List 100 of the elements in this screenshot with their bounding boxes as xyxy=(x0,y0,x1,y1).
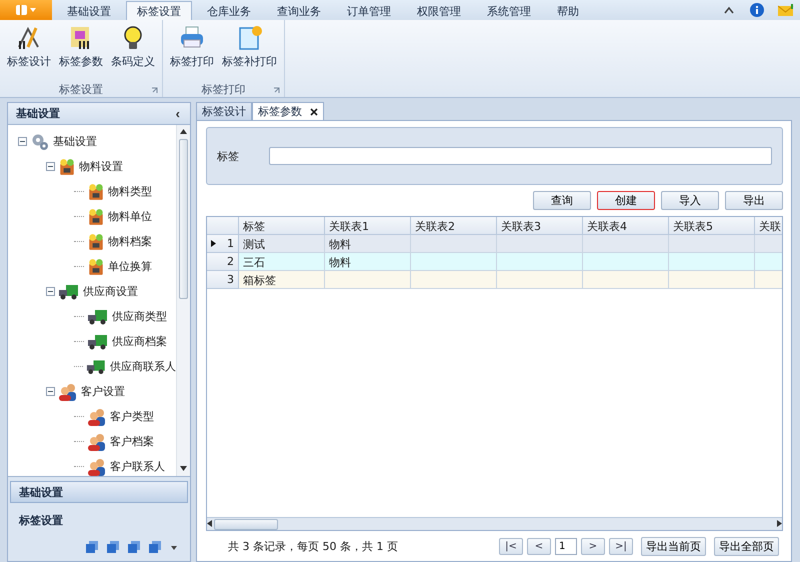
windows-icon[interactable] xyxy=(128,541,140,553)
app-menu-button[interactable] xyxy=(0,0,52,20)
row-header[interactable]: 1 xyxy=(207,235,239,253)
minus-icon[interactable] xyxy=(18,137,27,146)
package-icon xyxy=(87,258,105,276)
tree-item[interactable]: 单位换算 xyxy=(108,259,152,274)
tree-item[interactable]: 客户档案 xyxy=(110,434,154,449)
corner-header xyxy=(207,217,239,235)
tree-item[interactable]: 物料档案 xyxy=(108,234,152,249)
nav-section[interactable]: 标签设置 xyxy=(10,509,188,531)
row-header[interactable]: 3 xyxy=(207,271,239,289)
ribbon-button[interactable]: 标签设计 xyxy=(4,22,54,81)
action-button[interactable]: 导入 xyxy=(661,191,719,210)
tree-item[interactable]: 客户联系人 xyxy=(110,459,165,474)
previous-page-button[interactable]: < xyxy=(527,538,551,554)
column-header[interactable]: 关联表5 xyxy=(669,217,755,235)
export-button[interactable]: 导出当前页 xyxy=(641,536,706,556)
minus-icon[interactable] xyxy=(46,162,55,171)
field-label: 标签 xyxy=(217,148,239,164)
close-icon[interactable] xyxy=(310,108,318,116)
tree-item[interactable]: 物料类型 xyxy=(108,184,152,199)
minus-icon[interactable] xyxy=(46,287,55,296)
label-input[interactable] xyxy=(269,147,772,165)
ribbon-button[interactable]: 标签参数 xyxy=(56,22,106,81)
truck-icon xyxy=(86,358,107,374)
record-summary: 共 3 条记录，每页 50 条，共 1 页 xyxy=(228,538,398,554)
package-icon xyxy=(87,232,105,250)
menu-tab[interactable]: 仓库业务 xyxy=(196,1,262,20)
people-icon xyxy=(58,382,78,400)
tree-item[interactable]: 基础设置 xyxy=(53,134,97,149)
row-header[interactable]: 2 xyxy=(207,253,239,271)
tree-item[interactable]: 供应商类型 xyxy=(112,309,167,324)
menu-tab[interactable]: 权限管理 xyxy=(406,1,472,20)
launcher-icon[interactable] xyxy=(273,87,280,94)
document-tab[interactable]: 标签参数 xyxy=(252,102,324,120)
document-tab[interactable]: 标签设计 xyxy=(196,102,252,120)
tree-item[interactable]: 物料单位 xyxy=(108,209,152,224)
next-page-button[interactable]: > xyxy=(581,538,605,554)
column-header[interactable]: 关联表1 xyxy=(325,217,411,235)
last-page-button[interactable]: >| xyxy=(609,538,633,554)
nav-section[interactable]: 基础设置 xyxy=(10,481,188,503)
tree-item[interactable]: 供应商联系人 xyxy=(110,359,176,374)
ribbon-button[interactable]: 标签打印 xyxy=(167,22,217,81)
windows-icon[interactable] xyxy=(107,541,119,553)
scroll-thumb[interactable] xyxy=(214,518,278,530)
current-row-icon xyxy=(211,240,216,247)
first-page-button[interactable]: |< xyxy=(499,538,523,554)
tree-item[interactable]: 供应商档案 xyxy=(112,334,167,349)
windows-icon[interactable] xyxy=(149,541,161,553)
action-button[interactable]: 创建 xyxy=(597,191,655,210)
table-cell: 测试 xyxy=(239,235,325,253)
ribbon-button[interactable]: 条码定义 xyxy=(108,22,158,81)
caret-left-icon xyxy=(207,520,212,526)
group-title: 标签打印 xyxy=(202,82,246,96)
menu-tab[interactable]: 订单管理 xyxy=(336,1,402,20)
info-icon[interactable] xyxy=(750,3,764,17)
column-header[interactable]: 关联表3 xyxy=(497,217,583,235)
truck-icon xyxy=(58,284,80,300)
people-icon xyxy=(87,408,107,426)
menu-tab[interactable]: 系统管理 xyxy=(476,1,542,20)
minus-icon[interactable] xyxy=(46,387,55,396)
action-button[interactable]: 查询 xyxy=(533,191,591,210)
caret-up-icon[interactable] xyxy=(724,6,734,14)
caret-right-icon xyxy=(777,520,782,526)
launcher-icon[interactable] xyxy=(151,87,158,94)
export-button[interactable]: 导出全部页 xyxy=(714,536,779,556)
tree-item[interactable]: 客户类型 xyxy=(110,409,154,424)
tree-item[interactable]: 供应商设置 xyxy=(83,284,138,299)
panel-title: 基础设置 xyxy=(16,106,60,121)
tree-item[interactable]: 客户设置 xyxy=(81,384,125,399)
column-header[interactable]: 关联表4 xyxy=(583,217,669,235)
people-icon xyxy=(87,458,107,476)
caret-up-icon xyxy=(180,128,187,134)
mail-icon[interactable] xyxy=(778,4,794,16)
menu-tab[interactable]: 标签设置 xyxy=(126,1,192,20)
document-icon xyxy=(236,25,262,51)
horizontal-scrollbar[interactable] xyxy=(207,517,782,530)
gear-icon xyxy=(30,132,50,150)
windows-icon[interactable] xyxy=(86,541,98,553)
collapse-button[interactable]: ‹ xyxy=(174,106,182,121)
table-cell: 物料 xyxy=(325,235,411,253)
truck-icon xyxy=(87,334,109,350)
ribbon-button[interactable]: 标签补打印 xyxy=(219,22,280,81)
column-header[interactable]: 关联 xyxy=(755,217,782,235)
tree-item[interactable]: 物料设置 xyxy=(79,159,123,174)
group-title: 标签设置 xyxy=(59,82,103,96)
table-cell: 箱标签 xyxy=(239,271,325,289)
scrollbar[interactable] xyxy=(176,125,190,476)
menu-tab[interactable]: 基础设置 xyxy=(56,1,122,20)
table-cell: 三石 xyxy=(239,253,325,271)
column-header[interactable]: 关联表2 xyxy=(411,217,497,235)
scroll-thumb[interactable] xyxy=(179,139,188,299)
truck-icon xyxy=(87,308,109,324)
menu-tab[interactable]: 查询业务 xyxy=(266,1,332,20)
action-button[interactable]: 导出 xyxy=(725,191,783,210)
package-icon xyxy=(87,208,105,226)
people-icon xyxy=(87,432,107,450)
column-header[interactable]: 标签 xyxy=(239,217,325,235)
menu-tab[interactable]: 帮助 xyxy=(546,1,590,20)
page-input[interactable]: 1 xyxy=(555,538,577,554)
